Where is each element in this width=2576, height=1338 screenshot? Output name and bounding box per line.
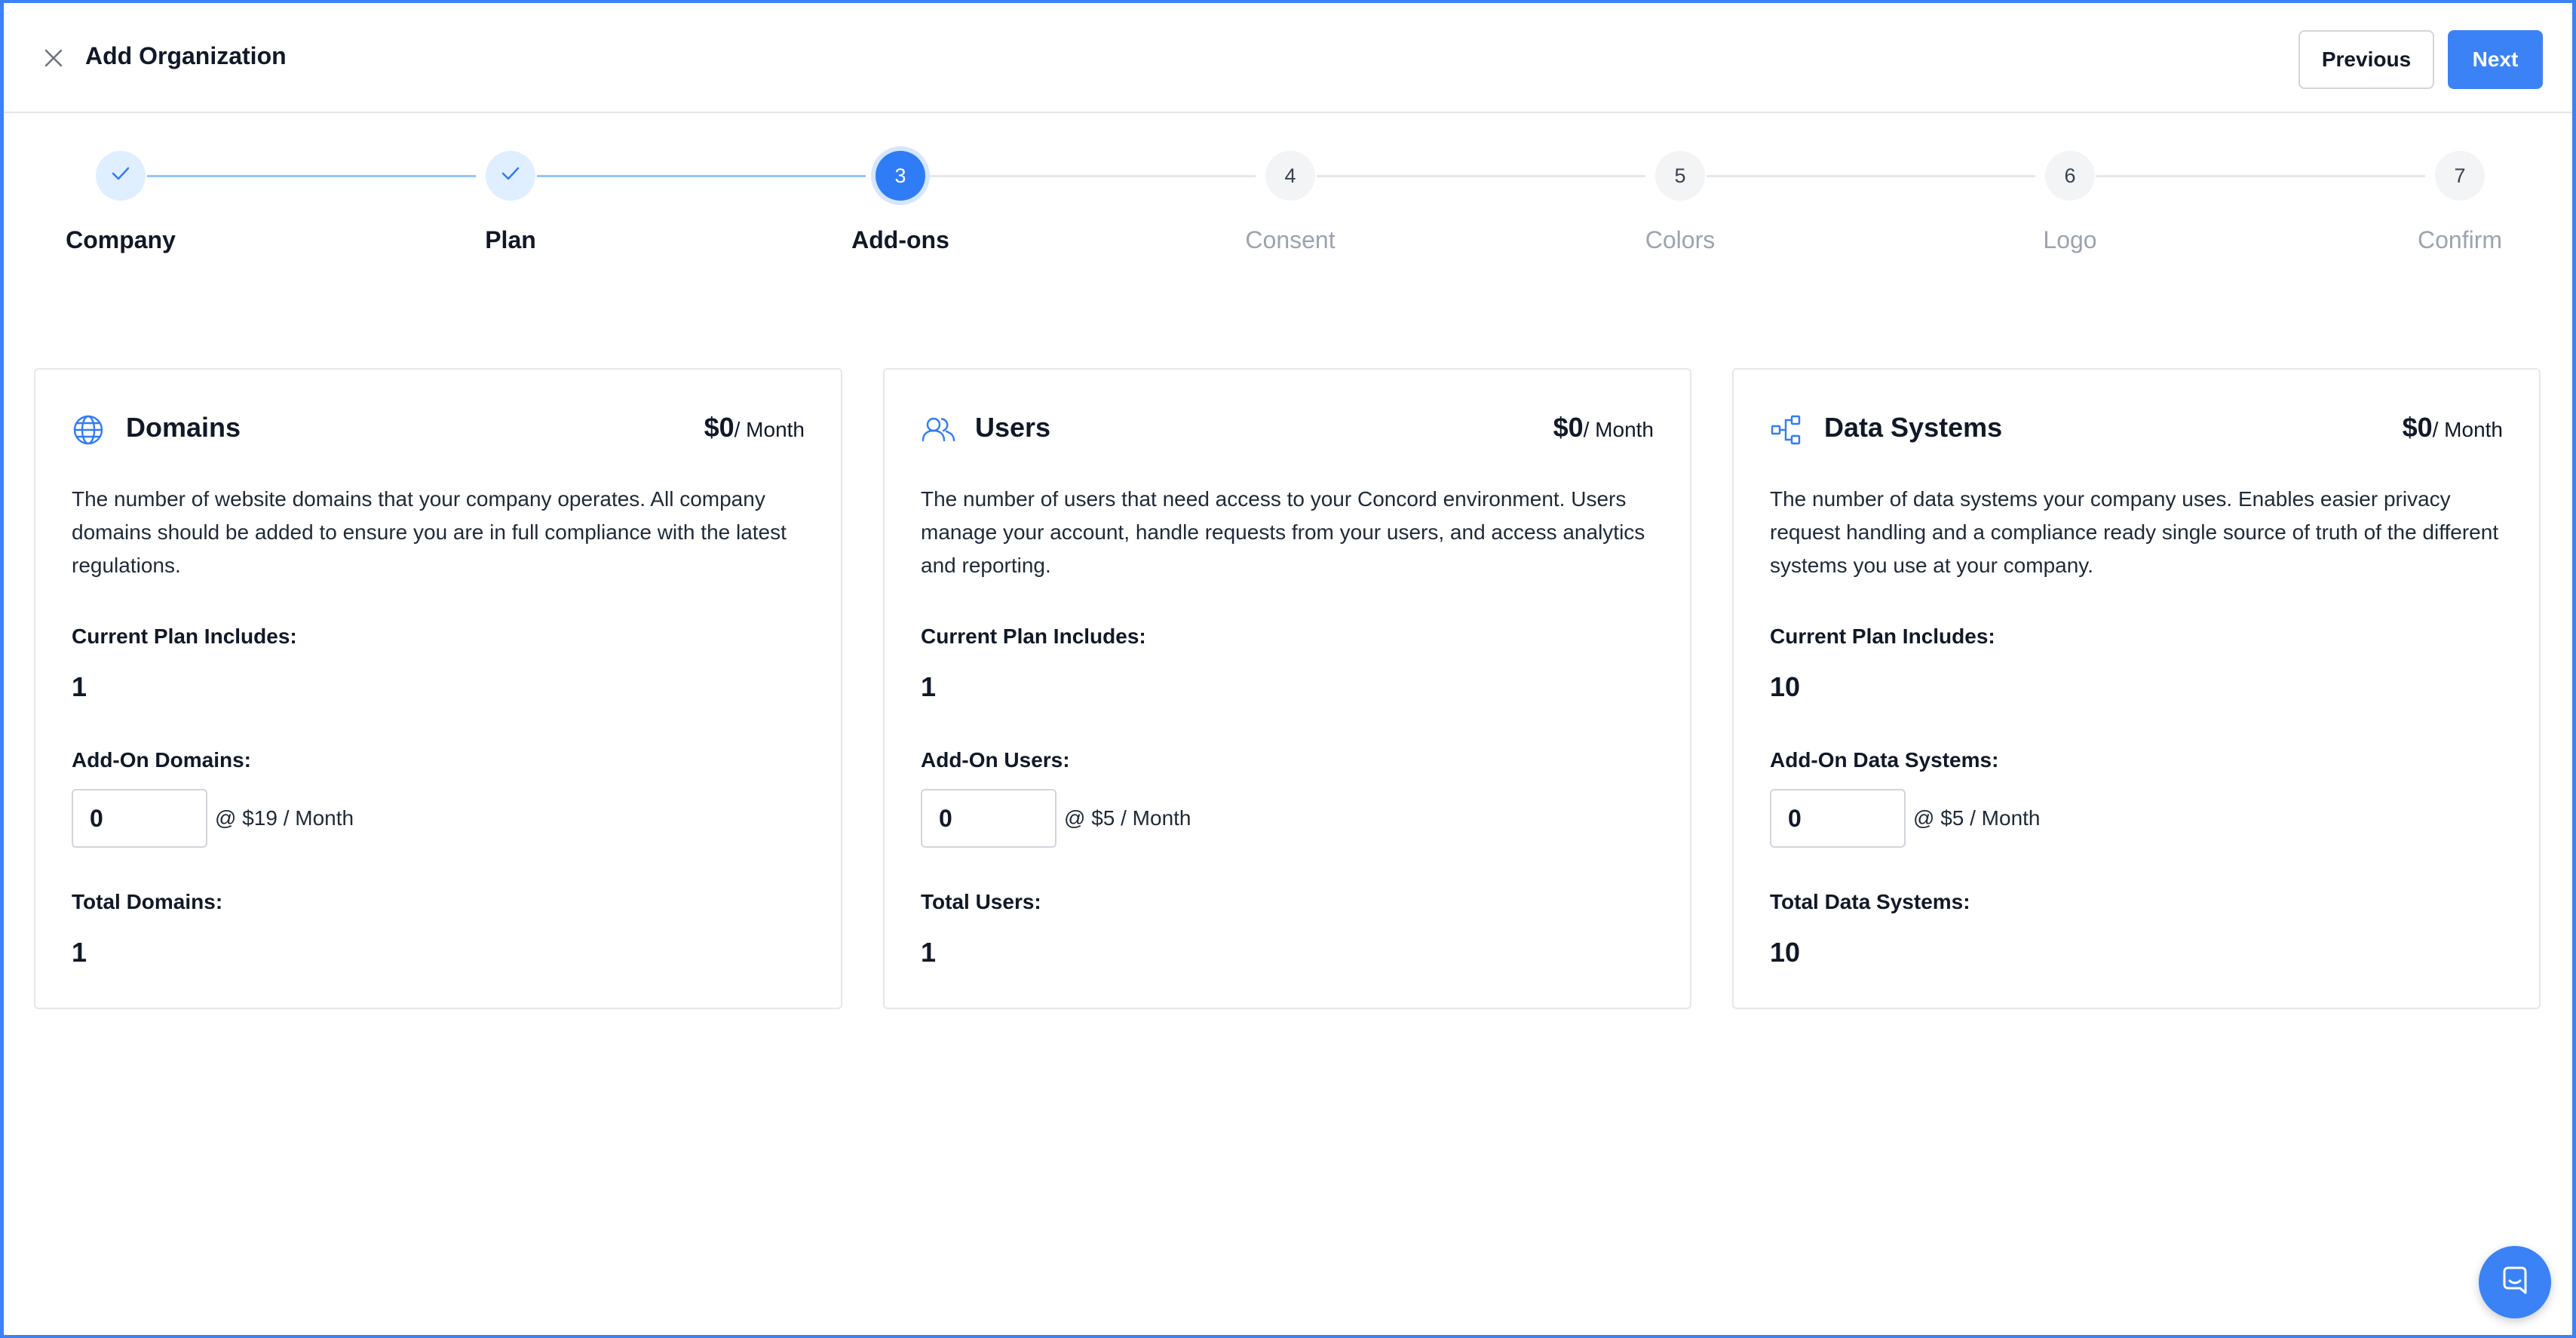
step-5-label: Colors <box>1645 226 1716 253</box>
addon-row: @ $19 / Month <box>72 789 354 848</box>
users-card: Users $0/ Month The number of users that… <box>883 368 1691 1009</box>
card-title: Data Systems <box>1824 412 2003 443</box>
addon-data-systems-input[interactable] <box>1770 789 1906 848</box>
step-2-indicator[interactable] <box>486 151 535 201</box>
card-title: Users <box>975 412 1051 443</box>
step-connector <box>537 175 866 177</box>
step-4-label: Consent <box>1245 226 1336 253</box>
addon-users-input[interactable] <box>921 789 1056 848</box>
chat-icon <box>2498 1264 2532 1301</box>
step-3-indicator[interactable]: 3 <box>876 151 925 201</box>
current-plan-label: Current Plan Includes: <box>72 625 297 648</box>
price-amount: $0 <box>704 412 734 443</box>
current-plan-value: 1 <box>921 671 937 702</box>
card-price: $0/ Month <box>2403 412 2503 443</box>
addon-rate: @ $19 / Month <box>215 806 354 830</box>
current-plan-label: Current Plan Includes: <box>1770 625 1995 648</box>
total-label: Total Data Systems: <box>1770 890 1970 913</box>
step-connector <box>1707 175 2035 177</box>
current-plan-value: 1 <box>72 671 87 702</box>
price-amount: $0 <box>2402 412 2433 443</box>
step-7-label: Confirm <box>2417 226 2502 253</box>
data-systems-card: Data Systems $0/ Month The number of dat… <box>1732 368 2541 1009</box>
current-plan-value: 10 <box>1770 671 1801 702</box>
step-1-label: Company <box>66 226 176 253</box>
total-label: Total Users: <box>921 890 1041 913</box>
total-value: 10 <box>1770 937 1801 968</box>
progress-stepper: Company Plan 3 Add-ons 4 Consent 5 Color… <box>4 113 2572 287</box>
step-1-indicator[interactable] <box>96 151 146 201</box>
card-price: $0/ Month <box>704 412 805 443</box>
price-unit: / Month <box>2432 418 2503 441</box>
step-connector <box>147 175 476 177</box>
card-description: The number of users that need access to … <box>921 487 1645 577</box>
page-title: Add Organization <box>85 42 287 69</box>
close-icon[interactable] <box>41 46 66 70</box>
card-price: $0/ Month <box>1553 412 1654 443</box>
check-icon <box>110 164 131 188</box>
previous-button[interactable]: Previous <box>2298 30 2434 89</box>
check-icon <box>500 164 521 188</box>
total-value: 1 <box>72 937 87 968</box>
step-6-label: Logo <box>2043 226 2097 253</box>
chat-launcher-button[interactable] <box>2479 1246 2551 1318</box>
addon-row: @ $5 / Month <box>1770 789 2041 848</box>
price-unit: / Month <box>734 418 805 441</box>
total-value: 1 <box>921 937 937 968</box>
next-button[interactable]: Next <box>2448 30 2543 89</box>
app-frame: Add Organization Previous Next Company P… <box>0 0 2576 1338</box>
addon-label: Add-On Domains: <box>72 748 251 772</box>
step-6-indicator[interactable]: 6 <box>2045 151 2095 201</box>
addon-domains-input[interactable] <box>72 789 207 848</box>
price-amount: $0 <box>1553 412 1584 443</box>
step-connector <box>2096 175 2425 177</box>
step-4-indicator[interactable]: 4 <box>1265 151 1315 201</box>
addon-rate: @ $5 / Month <box>1064 806 1191 830</box>
step-3-label: Add-ons <box>851 226 949 253</box>
step-7-indicator[interactable]: 7 <box>2435 151 2485 201</box>
data-systems-icon <box>1770 413 1803 447</box>
addon-rate: @ $5 / Month <box>1913 806 2041 830</box>
step-connector <box>1317 175 1645 177</box>
addon-label: Add-On Users: <box>921 748 1070 772</box>
modal-header: Add Organization Previous Next <box>4 3 2572 113</box>
current-plan-label: Current Plan Includes: <box>921 625 1146 648</box>
users-icon <box>921 413 955 447</box>
card-description: The number of website domains that your … <box>72 487 787 577</box>
card-title: Domains <box>126 412 241 443</box>
domains-card: Domains $0/ Month The number of website … <box>34 368 842 1009</box>
globe-icon <box>72 413 105 447</box>
addon-row: @ $5 / Month <box>921 789 1191 848</box>
step-connector <box>927 175 1256 177</box>
price-unit: / Month <box>1583 418 1654 441</box>
addon-label: Add-On Data Systems: <box>1770 748 1999 772</box>
total-label: Total Domains: <box>72 890 223 913</box>
step-5-indicator[interactable]: 5 <box>1655 151 1705 201</box>
card-description: The number of data systems your company … <box>1770 487 2499 577</box>
step-2-label: Plan <box>485 226 536 253</box>
